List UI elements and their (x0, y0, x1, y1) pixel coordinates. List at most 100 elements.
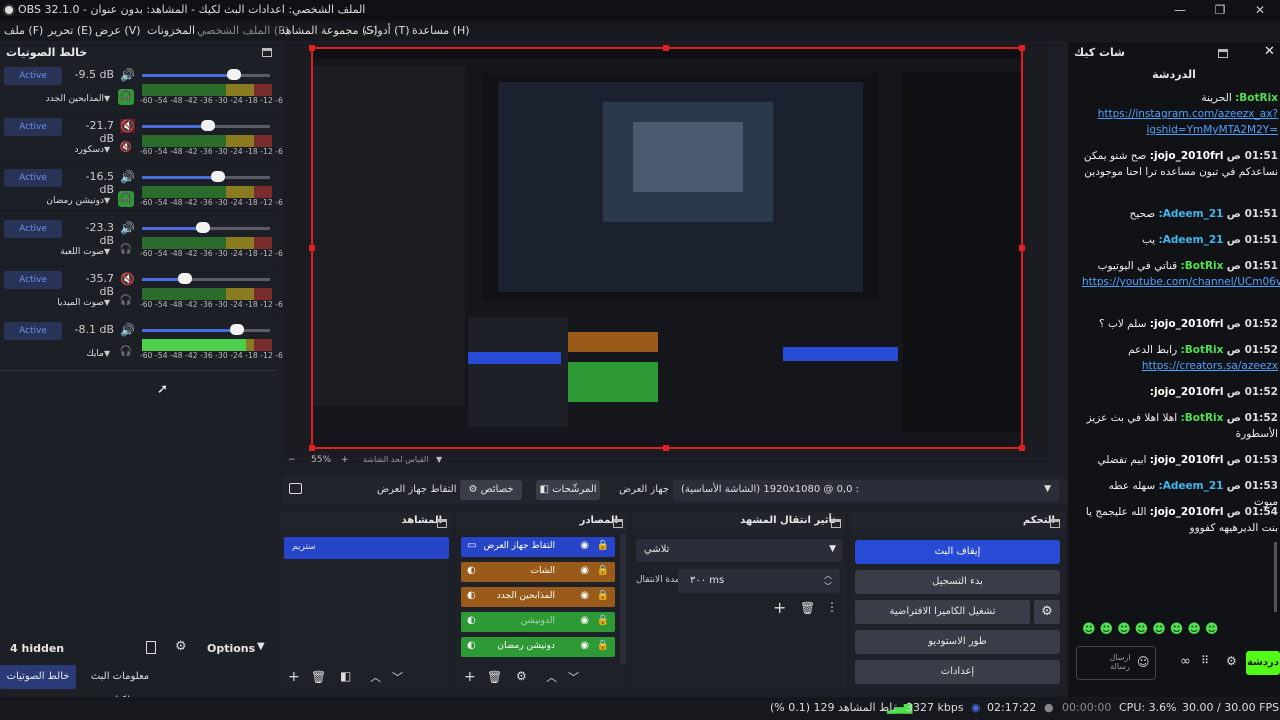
gear-icon[interactable]: ⚙ (516, 669, 527, 683)
source-item[interactable]: ▭ التقاط جهاز العرض ◉ 🔒 (461, 537, 615, 557)
close-icon[interactable]: ✕ (1264, 44, 1275, 59)
headphones-icon[interactable]: 🎧 (118, 344, 134, 360)
duration-spinbox[interactable]: ٣٠٠ ms ︿ ﹀ (678, 569, 840, 593)
float-dock-icon[interactable] (437, 519, 447, 528)
more-icon[interactable]: ⋮ (826, 600, 838, 614)
headphones-icon[interactable]: 🎧 (118, 293, 134, 309)
menu-help[interactable]: مساعدة (H) (412, 24, 470, 37)
volume-slider-handle[interactable] (230, 324, 244, 335)
move-down-icon[interactable]: ﹀ (392, 669, 403, 685)
speaker-icon[interactable]: 🔊 (120, 68, 135, 82)
device-select[interactable]: (الشاشة الأساسية) 1920x1080 @ 0,0 : ▼ (673, 480, 1059, 501)
eye-icon[interactable]: ◉ (580, 615, 589, 626)
gear-icon[interactable]: ⚙ (175, 639, 187, 654)
menu-view[interactable]: عرض (V) (95, 24, 141, 37)
chat-link[interactable]: https://youtube.com/channel/UCm06vZdXiyG… (1082, 274, 1280, 290)
studio-mode-button[interactable]: طور الاستوديو (855, 630, 1060, 654)
lock-icon[interactable]: 🔒 (597, 615, 609, 626)
lock-icon[interactable]: 🔒 (597, 590, 609, 601)
properties-button[interactable]: ⚙ خصائص (460, 480, 522, 500)
chevron-down-icon[interactable]: ▼ (104, 349, 110, 358)
chevron-up-icon[interactable]: ︿ (824, 570, 832, 581)
emoji-icon[interactable]: ☺ (1137, 655, 1150, 669)
volume-slider-handle[interactable] (211, 171, 225, 182)
trash-icon[interactable]: 🗑 (800, 601, 815, 615)
move-up-icon[interactable]: ︿ (546, 669, 557, 685)
virtual-camera-button[interactable]: تشغيل الكاميرا الافتراضية (855, 600, 1030, 624)
speaker-icon[interactable]: 🔊 (120, 170, 135, 184)
chevron-down-icon[interactable]: ▼ (257, 641, 265, 652)
options-button[interactable]: Options (207, 642, 255, 655)
chevron-down-icon[interactable]: ▼ (104, 94, 110, 103)
chevron-down-icon[interactable]: ▼ (104, 196, 110, 205)
eye-icon[interactable]: ◉ (580, 540, 589, 551)
float-dock-icon[interactable] (831, 519, 841, 528)
gear-icon[interactable]: ⚙ (1034, 600, 1060, 624)
source-item[interactable]: ◐ المذابحين الجدد ◉ 🔒 (461, 587, 615, 607)
chat-username[interactable]: 21_Adeem: (1159, 234, 1224, 246)
chat-username[interactable]: BotRix: (1181, 412, 1224, 424)
chevron-down-icon[interactable]: ▼ (104, 145, 110, 154)
minimize-button[interactable]: — (1160, 1, 1200, 20)
filter-icon[interactable]: ◧ (340, 669, 351, 683)
volume-slider-handle[interactable] (178, 273, 192, 284)
infinity-icon[interactable]: ∞ (1180, 654, 1191, 669)
chat-username[interactable]: 21_Adeem: (1159, 480, 1224, 492)
chevron-down-icon[interactable]: ▼ (436, 455, 442, 464)
zoom-out-button[interactable]: − (288, 455, 296, 465)
hidden-count[interactable]: 4 hidden (10, 642, 64, 655)
float-dock-icon[interactable] (262, 48, 272, 57)
close-button[interactable]: ✕ (1240, 1, 1280, 20)
chat-username[interactable]: BotRix: (1181, 344, 1224, 356)
gear-icon[interactable]: ⚙ (1226, 654, 1237, 668)
users-icon[interactable]: ⠿ (1201, 654, 1209, 667)
eye-icon[interactable]: ◉ (580, 590, 589, 601)
tab-audio-mixer[interactable]: خالط الصوتيات (0, 665, 76, 689)
source-item[interactable]: ◐ الدونيشن ◉ 🔒 (461, 612, 615, 632)
headphones-icon[interactable]: 🎧 (118, 89, 134, 105)
eye-icon[interactable]: ◉ (580, 640, 589, 651)
start-record-button[interactable]: بدء التسجيل (855, 570, 1060, 594)
layout-toggle-icon[interactable] (146, 641, 156, 654)
lock-icon[interactable]: 🔒 (597, 565, 609, 576)
float-dock-icon[interactable] (613, 519, 623, 528)
menu-scene-collection[interactable]: مجموعة المشاهد (S) (280, 24, 378, 37)
source-item[interactable]: ◐ الشات ◉ 🔒 (461, 562, 615, 582)
maximize-button[interactable]: ❐ (1200, 1, 1240, 20)
chat-username[interactable]: BotRix: (1181, 260, 1224, 272)
add-icon[interactable]: + (288, 669, 300, 685)
filters-button[interactable]: ◧ المرشّحات (536, 480, 600, 500)
menu-docks[interactable]: المخزونات (147, 24, 195, 37)
speaker-icon[interactable]: 🔊 (120, 221, 135, 235)
transition-select[interactable]: تلاشي ▼ (636, 539, 842, 562)
tab-stream-info[interactable]: معلومات البث لكيك (80, 665, 160, 706)
lock-icon[interactable]: 🔒 (597, 640, 609, 651)
lock-icon[interactable]: 🔒 (597, 540, 609, 551)
add-icon[interactable]: + (464, 669, 476, 685)
move-up-icon[interactable]: ︿ (370, 669, 381, 685)
trash-icon[interactable]: 🗑 (311, 670, 326, 684)
muted-speaker-icon[interactable]: 🔇 (120, 272, 135, 286)
chat-username[interactable]: jojo_2010frl: (1150, 506, 1224, 518)
chat-link[interactable]: https://creators.sa/azeezx (1082, 358, 1278, 374)
zoom-in-button[interactable]: + (341, 455, 349, 465)
muted-speaker-icon[interactable]: 🔇 (120, 119, 135, 133)
chat-username[interactable]: jojo_2010frl: (1150, 386, 1224, 398)
monitor-muted-icon[interactable]: 🔇 (118, 140, 134, 156)
emote-row[interactable]: ☻☻☻☻☻☻☻☻ (1082, 622, 1278, 638)
float-dock-icon[interactable] (1218, 49, 1228, 58)
trash-icon[interactable]: 🗑 (487, 670, 502, 684)
chevron-down-icon[interactable]: ▼ (104, 298, 110, 307)
settings-button[interactable]: إعدادات (855, 660, 1060, 684)
fit-to-screen[interactable]: القياس لحد الشاشة (363, 455, 428, 464)
scene-item[interactable]: ستريم (284, 537, 449, 559)
chevron-down-icon[interactable]: ﹀ (824, 581, 832, 592)
menu-file[interactable]: ملف (F) (4, 24, 43, 37)
preview-area[interactable]: − 55% + القياس لحد الشاشة ▼ (283, 42, 1048, 465)
chat-username[interactable]: 21_Adeem: (1159, 208, 1224, 220)
menu-tools[interactable]: أدوات (T) (364, 24, 410, 37)
scrollbar[interactable] (620, 534, 626, 664)
headphones-icon[interactable]: 🎧 (118, 242, 134, 258)
float-dock-icon[interactable] (1050, 519, 1060, 528)
chat-username[interactable]: jojo_2010frl: (1150, 454, 1224, 466)
